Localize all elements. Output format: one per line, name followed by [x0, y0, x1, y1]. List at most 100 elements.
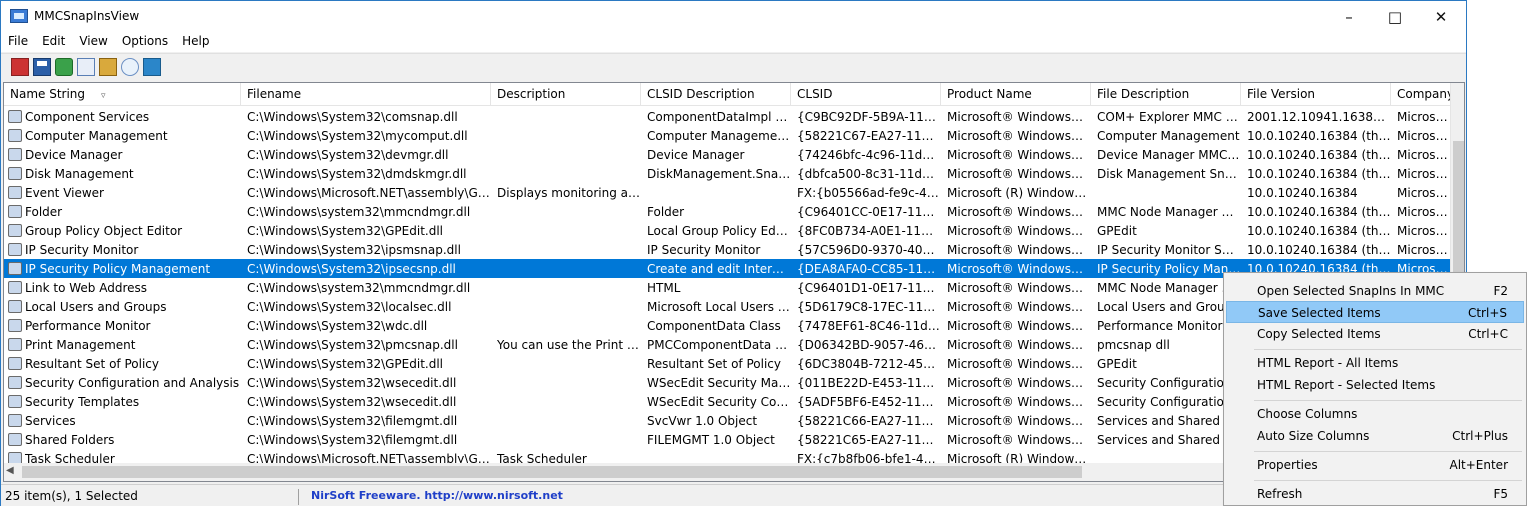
- cell-clsid-description: FILEMGMT 1.0 Object: [647, 433, 775, 447]
- cell-file-description: IP Security Policy Mana...: [1097, 262, 1241, 276]
- cell-clsid: {011BE22D-E453-11D1-9...: [797, 376, 941, 390]
- cell-file-description: pmcsnap dll: [1097, 338, 1170, 352]
- nirsoft-link[interactable]: NirSoft Freeware. http://www.nirsoft.net: [311, 489, 563, 502]
- exit-icon[interactable]: [143, 58, 161, 76]
- cell-description: [491, 259, 641, 278]
- refresh-icon[interactable]: [55, 58, 73, 76]
- cell-description: [491, 202, 641, 221]
- menu-separator: [1254, 349, 1522, 350]
- cell-name: Folder: [25, 205, 63, 219]
- title-bar[interactable]: MMCSnapInsView – □ ✕: [1, 1, 1466, 32]
- cell-clsid-description: ComponentDataImpl Cl...: [647, 110, 791, 124]
- table-row[interactable]: Event Viewer C:\Windows\Microsoft.NET\ass…: [4, 183, 1450, 202]
- menu-view[interactable]: View: [72, 32, 114, 52]
- column-header-description[interactable]: Description: [491, 83, 641, 106]
- column-header-file-description[interactable]: File Description: [1091, 83, 1241, 106]
- cell-company: Microsoft: [1397, 186, 1450, 200]
- table-row[interactable]: Group Policy Object Editor C:\Windows\Sys…: [4, 221, 1450, 240]
- menu-item-properties[interactable]: Properties Alt+Enter: [1226, 454, 1524, 476]
- cell-filename: C:\Windows\System32\ipsecsnp.dll: [247, 262, 456, 276]
- cell-filename: C:\Windows\System32\wsecedit.dll: [247, 376, 457, 390]
- column-header-filename[interactable]: Filename: [241, 83, 491, 106]
- cell-clsid: {5D6179C8-17EC-11D1-9...: [797, 300, 941, 314]
- menu-separator: [1254, 451, 1522, 452]
- table-row[interactable]: Computer Management C:\Windows\System32\m…: [4, 126, 1450, 145]
- cell-description: [491, 240, 641, 259]
- app-icon: [10, 9, 28, 23]
- cell-description: You can use the Print M...: [497, 338, 641, 352]
- column-header-clsid[interactable]: CLSID: [791, 83, 941, 106]
- maximize-icon[interactable]: □: [1372, 1, 1418, 32]
- cell-description: Displays monitoring and...: [497, 186, 641, 200]
- menu-options[interactable]: Options: [115, 32, 175, 52]
- table-row[interactable]: IP Security Monitor C:\Windows\System32\i…: [4, 240, 1450, 259]
- cell-name: Disk Management: [25, 167, 134, 181]
- cell-product-name: Microsoft® Windows® ...: [947, 167, 1091, 181]
- cell-description: [491, 316, 641, 335]
- minimize-icon[interactable]: –: [1326, 1, 1372, 32]
- cell-clsid: {C96401D1-0E17-11D3-8...: [797, 281, 941, 295]
- menu-bar: File Edit View Options Help: [1, 32, 1466, 52]
- cell-filename: C:\Windows\System32\GPEdit.dll: [247, 357, 444, 371]
- copy-icon[interactable]: [77, 58, 95, 76]
- table-row[interactable]: Folder C:\Windows\system32\mmcndmgr.dll Fo…: [4, 202, 1450, 221]
- column-header-name[interactable]: Name String ▿: [4, 83, 241, 106]
- column-header-clsid-description[interactable]: CLSID Description: [641, 83, 791, 106]
- sort-arrow-icon: ▿: [101, 91, 106, 101]
- cell-clsid-description: WSecEdit Security Mana...: [647, 376, 791, 390]
- cell-name: Resultant Set of Policy: [25, 357, 159, 371]
- menu-item-auto-size-columns[interactable]: Auto Size Columns Ctrl+Plus: [1226, 425, 1524, 447]
- cell-file-version: 10.0.10240.16384 (th1.15...: [1247, 167, 1391, 181]
- cell-company: Microsoft: [1397, 148, 1450, 162]
- menu-item-shortcut: Ctrl+Plus: [1452, 429, 1508, 443]
- menu-item-shortcut: Ctrl+C: [1468, 327, 1508, 341]
- open-icon[interactable]: [99, 58, 117, 76]
- menu-item-label: HTML Report - Selected Items: [1257, 378, 1436, 392]
- cell-description: [491, 354, 641, 373]
- column-header-file-version[interactable]: File Version: [1241, 83, 1391, 106]
- cell-name: Group Policy Object Editor: [25, 224, 183, 238]
- cell-clsid-description: SvcVwr 1.0 Object: [647, 414, 758, 428]
- cell-clsid-description: Microsoft Local Users an...: [647, 300, 791, 314]
- cell-file-description: Device Manager MMC S...: [1097, 148, 1241, 162]
- cell-filename: C:\Windows\System32\localsec.dll: [247, 300, 452, 314]
- cell-company: Microsoft: [1397, 110, 1450, 124]
- cell-file-description: Security Configuration ...: [1097, 376, 1241, 390]
- window-title: MMCSnapInsView: [34, 9, 140, 23]
- cell-file-version: 10.0.10240.16384 (th1.15...: [1247, 129, 1391, 143]
- menu-item-shortcut: F5: [1493, 487, 1508, 501]
- cell-product-name: Microsoft® Windows® ...: [947, 319, 1091, 333]
- properties-icon[interactable]: [11, 58, 29, 76]
- cell-description: [491, 278, 641, 297]
- find-icon[interactable]: [121, 58, 139, 76]
- cell-clsid-description: DiskManagement.SnapI...: [647, 167, 791, 181]
- table-row[interactable]: Device Manager C:\Windows\System32\devmgr…: [4, 145, 1450, 164]
- menu-item-shortcut: F2: [1493, 284, 1508, 298]
- cell-filename: C:\Windows\System32\wsecedit.dll: [247, 395, 457, 409]
- menu-item-html-report-all[interactable]: HTML Report - All Items: [1226, 352, 1524, 374]
- menu-item-refresh[interactable]: Refresh F5: [1226, 483, 1524, 505]
- column-header-company[interactable]: Company: [1391, 83, 1451, 106]
- menu-item-save-selected[interactable]: Save Selected Items Ctrl+S: [1226, 301, 1524, 323]
- cell-filename: C:\Windows\System32\dmdskmgr.dll: [247, 167, 467, 181]
- cell-product-name: Microsoft® Windows® ...: [947, 110, 1091, 124]
- close-icon[interactable]: ✕: [1418, 1, 1464, 32]
- list-header: Name String ▿ Filename Description CLSID …: [4, 83, 1451, 106]
- column-header-product-name[interactable]: Product Name: [941, 83, 1091, 106]
- menu-item-choose-columns[interactable]: Choose Columns: [1226, 403, 1524, 425]
- cell-product-name: Microsoft® Windows® ...: [947, 281, 1091, 295]
- menu-edit[interactable]: Edit: [35, 32, 72, 52]
- table-row[interactable]: Component Services C:\Windows\System32\co…: [4, 107, 1450, 126]
- cell-clsid: {58221C66-EA27-11CF-A...: [797, 414, 941, 428]
- cell-product-name: Microsoft® Windows® ...: [947, 300, 1091, 314]
- menu-help[interactable]: Help: [175, 32, 216, 52]
- cell-clsid: {C96401CC-0E17-11D3-8...: [797, 205, 941, 219]
- menu-file[interactable]: File: [1, 32, 35, 52]
- scroll-left-icon[interactable]: ◀: [6, 465, 18, 476]
- horizontal-scroll-thumb[interactable]: [22, 466, 1082, 478]
- save-icon[interactable]: [33, 58, 51, 76]
- menu-item-copy-selected[interactable]: Copy Selected Items Ctrl+C: [1226, 323, 1524, 345]
- menu-item-html-report-selected[interactable]: HTML Report - Selected Items: [1226, 374, 1524, 396]
- table-row[interactable]: Disk Management C:\Windows\System32\dmdsk…: [4, 164, 1450, 183]
- menu-item-open-in-mmc[interactable]: Open Selected SnapIns In MMC F2: [1226, 280, 1524, 302]
